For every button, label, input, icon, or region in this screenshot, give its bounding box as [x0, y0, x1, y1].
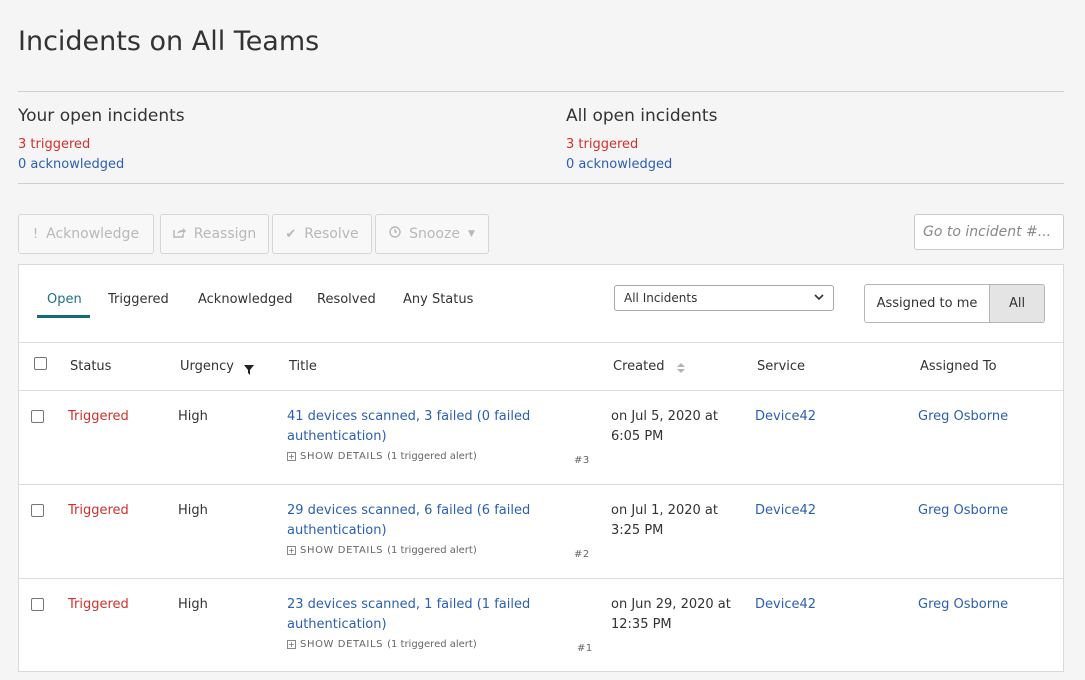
tab-open[interactable]: Open: [47, 292, 82, 307]
incident-title-link[interactable]: 23 devices scanned, 1 failed (1 failed a…: [287, 595, 537, 635]
all-assignees-button[interactable]: All: [990, 285, 1044, 322]
acknowledge-label: Acknowledge: [46, 226, 140, 242]
column-title: Title: [289, 359, 317, 374]
assignee-link[interactable]: Greg Osborne: [918, 595, 1008, 615]
your-triggered-link[interactable]: 3 triggered: [18, 135, 185, 155]
alert-count: (1 triggered alert): [387, 545, 477, 556]
row-checkbox[interactable]: [31, 410, 44, 423]
urgency: High: [178, 597, 208, 612]
resolve-button[interactable]: ✔ Resolve: [272, 214, 372, 254]
plus-square-icon: +: [287, 546, 296, 555]
caret-down-icon: ▼: [467, 229, 475, 239]
show-details-toggle[interactable]: + SHOW DETAILS (1 triggered alert): [287, 639, 477, 650]
page-title: Incidents on All Teams: [18, 26, 320, 57]
table-row: Triggered High 29 devices scanned, 6 fai…: [19, 485, 1063, 579]
assigned-to-me-button[interactable]: Assigned to me: [865, 285, 990, 322]
your-acknowledged-link[interactable]: 0 acknowledged: [18, 155, 185, 175]
incident-title-link[interactable]: 41 devices scanned, 3 failed (0 failed a…: [287, 407, 537, 447]
urgency: High: [178, 409, 208, 424]
incident-number: #2: [574, 549, 590, 560]
column-service: Service: [757, 359, 806, 374]
status-badge: Triggered: [68, 597, 129, 612]
column-status: Status: [70, 359, 112, 374]
acknowledge-button[interactable]: ! Acknowledge: [18, 214, 154, 254]
show-details-toggle[interactable]: + SHOW DETAILS (1 triggered alert): [287, 451, 477, 462]
assignment-toggle: Assigned to me All: [864, 284, 1045, 323]
tab-acknowledged[interactable]: Acknowledged: [198, 292, 293, 307]
go-to-incident-input[interactable]: [914, 214, 1064, 250]
show-details-label: SHOW DETAILS: [300, 451, 384, 462]
incident-filter-select[interactable]: All Incidents: [614, 285, 834, 311]
created-date: on Jun 29, 2020 at 12:35 PM: [611, 597, 731, 632]
service-link[interactable]: Device42: [755, 407, 816, 427]
resolve-label: Resolve: [304, 226, 359, 242]
snooze-label: Snooze: [409, 226, 460, 242]
assignee-link[interactable]: Greg Osborne: [918, 501, 1008, 521]
divider: [18, 91, 1064, 92]
clock-icon: [389, 226, 401, 242]
tab-resolved[interactable]: Resolved: [317, 292, 376, 307]
status-badge: Triggered: [68, 409, 129, 424]
incidents-panel: Open Triggered Acknowledged Resolved Any…: [18, 264, 1064, 672]
chevron-down-icon: [814, 293, 824, 304]
plus-square-icon: +: [287, 640, 296, 649]
row-checkbox[interactable]: [31, 598, 44, 611]
incident-number: #1: [577, 643, 593, 654]
show-details-label: SHOW DETAILS: [300, 639, 384, 650]
share-icon: [172, 226, 186, 242]
show-details-toggle[interactable]: + SHOW DETAILS (1 triggered alert): [287, 545, 477, 556]
your-open-incidents: Your open incidents 3 triggered 0 acknow…: [18, 106, 185, 175]
tab-triggered[interactable]: Triggered: [108, 292, 169, 307]
table-row: Triggered High 23 devices scanned, 1 fai…: [19, 579, 1063, 673]
filter-icon[interactable]: [244, 363, 254, 375]
all-open-incidents: All open incidents 3 triggered 0 acknowl…: [566, 106, 717, 175]
exclamation-icon: !: [32, 226, 39, 242]
all-open-incidents-heading: All open incidents: [566, 106, 718, 126]
created-date: on Jul 1, 2020 at 3:25 PM: [611, 503, 718, 538]
table-row: Triggered High 41 devices scanned, 3 fai…: [19, 391, 1063, 485]
your-open-incidents-heading: Your open incidents: [18, 106, 185, 126]
reassign-button[interactable]: Reassign: [160, 214, 269, 254]
reassign-label: Reassign: [193, 226, 257, 242]
created-date: on Jul 5, 2020 at 6:05 PM: [611, 409, 718, 444]
all-triggered-link[interactable]: 3 triggered: [566, 135, 717, 155]
incidents-page: Incidents on All Teams Your open inciden…: [0, 0, 1085, 680]
incident-title-link[interactable]: 29 devices scanned, 6 failed (6 failed a…: [287, 501, 537, 541]
alert-count: (1 triggered alert): [387, 639, 477, 650]
service-link[interactable]: Device42: [755, 595, 816, 615]
show-details-label: SHOW DETAILS: [300, 545, 384, 556]
status-badge: Triggered: [68, 503, 129, 518]
snooze-button[interactable]: Snooze ▼: [375, 214, 489, 254]
column-created[interactable]: Created: [613, 359, 664, 374]
service-link[interactable]: Device42: [755, 501, 816, 521]
check-icon: ✔: [285, 226, 297, 242]
row-checkbox[interactable]: [31, 504, 44, 517]
select-all-checkbox[interactable]: [34, 357, 47, 370]
table-header: Status Urgency Title Created Service Ass…: [19, 342, 1063, 391]
column-urgency[interactable]: Urgency: [180, 359, 234, 374]
active-tab-indicator: [37, 315, 90, 318]
incident-number: #3: [574, 455, 590, 466]
tab-any-status[interactable]: Any Status: [403, 292, 473, 307]
all-acknowledged-link[interactable]: 0 acknowledged: [566, 155, 717, 175]
assignee-link[interactable]: Greg Osborne: [918, 407, 1008, 427]
column-assigned-to: Assigned To: [920, 359, 997, 374]
urgency: High: [178, 503, 208, 518]
incident-filter-value: All Incidents: [624, 291, 698, 305]
divider: [18, 183, 1064, 184]
alert-count: (1 triggered alert): [387, 451, 477, 462]
plus-square-icon: +: [287, 452, 296, 461]
